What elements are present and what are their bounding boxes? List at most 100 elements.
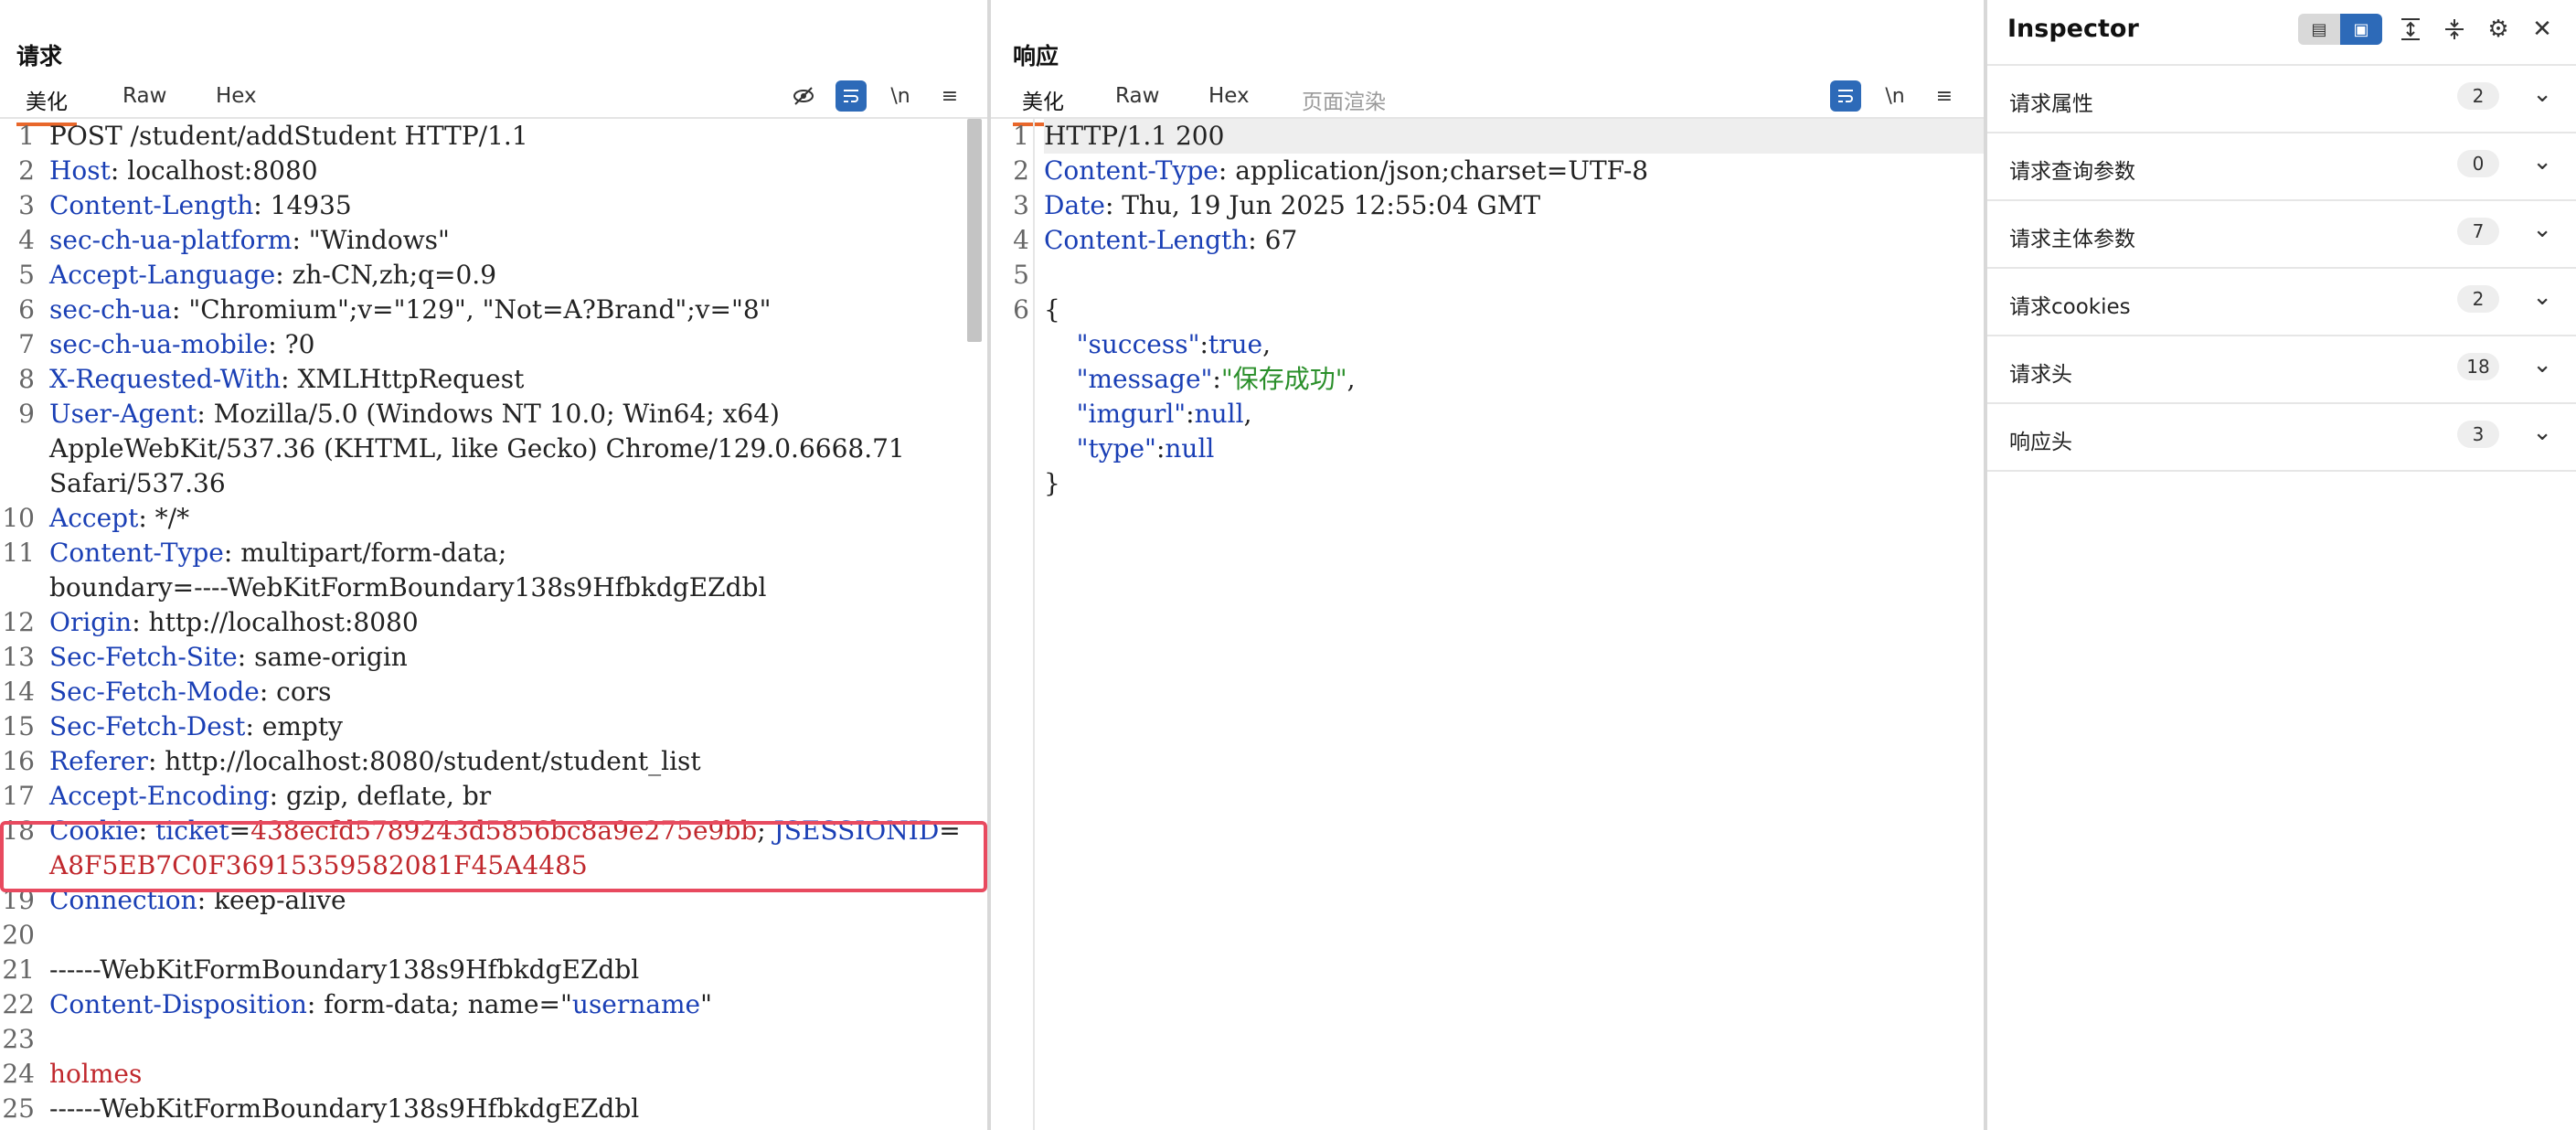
code-line: ------WebKitFormBoundary138s9HfbkdgEZdbl — [49, 1092, 969, 1126]
code-text: : Mozilla/5.0 (Windows NT 10.0; Win64; x… — [197, 399, 780, 429]
menu-icon[interactable]: ≡ — [1929, 80, 1960, 112]
split-view-icon[interactable]: ▣ — [2340, 14, 2382, 45]
collapse-all-icon[interactable] — [2439, 14, 2470, 45]
code-line: { — [1044, 293, 1985, 327]
chevron-down-icon[interactable]: ⌄ — [2532, 351, 2552, 378]
code-text: : application/json;charset=UTF-8 — [1218, 155, 1649, 186]
line-number: 10 — [2, 503, 35, 533]
list-view-icon[interactable]: ▤ — [2298, 14, 2340, 45]
line-number: 15 — [2, 711, 35, 741]
line-number: 3 — [18, 190, 35, 220]
chevron-down-icon[interactable]: ⌄ — [2532, 80, 2552, 108]
inspector-section-row[interactable]: 请求主体参数 7 ⌄ — [1987, 201, 2576, 269]
hide-icon[interactable] — [788, 80, 819, 112]
tab-hex[interactable]: Hex — [1199, 84, 1259, 115]
inspector-layout-toggle: ▤ ▣ — [2298, 14, 2382, 45]
code-text: : — [1212, 364, 1221, 394]
line-number: 13 — [2, 642, 35, 672]
code-key: Accept — [49, 503, 139, 533]
request-editor[interactable]: 1 2 3 4 5 6 7 8 9 10 11 12 13 14 15 16 17 18 19 20 21 22 23 24 2… — [0, 119, 987, 1130]
line-number: 20 — [2, 920, 35, 950]
newline-icon[interactable]: \n — [1879, 80, 1911, 112]
response-code[interactable]: HTTP/1.1 200 Content-Type: application/js… — [1044, 119, 1985, 1130]
newline-icon[interactable]: \n — [885, 80, 916, 112]
code-text: : zh-CN,zh;q=0.9 — [275, 260, 497, 290]
line-number: 11 — [2, 538, 35, 568]
line-number: 2 — [1013, 155, 1029, 186]
line-number — [0, 432, 38, 466]
line-number: 3 — [1013, 190, 1029, 220]
code-line: Safari/537.36 — [49, 466, 969, 501]
line-number: 12 — [2, 607, 35, 637]
code-key: Host — [49, 155, 111, 186]
code-text: AppleWebKit/537.36 (KHTML, like Gecko) C… — [49, 433, 905, 464]
line-number — [0, 466, 38, 501]
chevron-down-icon[interactable]: ⌄ — [2532, 283, 2552, 311]
tab-raw[interactable]: Raw — [1106, 84, 1168, 115]
line-number: 5 — [18, 260, 35, 290]
tab-raw[interactable]: Raw — [113, 84, 176, 115]
code-line: HTTP/1.1 200 — [1044, 119, 1985, 154]
close-icon[interactable]: ✕ — [2527, 14, 2558, 45]
line-number: 7 — [18, 329, 35, 359]
chevron-down-icon[interactable]: ⌄ — [2532, 419, 2552, 446]
section-label: 请求属性 — [2009, 92, 2093, 116]
code-line: Content-Length: 14935 — [49, 188, 969, 223]
tab-hex[interactable]: Hex — [207, 84, 266, 115]
line-number: 25 — [2, 1093, 35, 1124]
section-label: 响应头 — [2009, 431, 2072, 454]
response-editor[interactable]: 123456 HTTP/1.1 200 Content-Type: applica… — [991, 119, 1985, 1130]
code-text: } — [1044, 468, 1060, 498]
wrap-icon[interactable] — [836, 80, 867, 112]
line-number: 16 — [2, 746, 35, 776]
code-line: "message":"保存成功", — [1044, 362, 1985, 397]
line-number: 23 — [2, 1024, 35, 1054]
code-text: : empty — [245, 711, 343, 741]
chevron-down-icon[interactable]: ⌄ — [2532, 216, 2552, 243]
code-text: : gzip, deflate, br — [269, 781, 492, 811]
inspector-section-row[interactable]: 响应头 3 ⌄ — [1987, 404, 2576, 472]
line-number: 8 — [18, 364, 35, 394]
code-line: Content-Type: application/json;charset=U… — [1044, 154, 1985, 188]
code-text: : localhost:8080 — [110, 155, 318, 186]
inspector-section-row[interactable]: 请求属性 2 ⌄ — [1987, 66, 2576, 133]
settings-gear-icon[interactable]: ⚙ — [2483, 14, 2514, 45]
menu-icon[interactable]: ≡ — [934, 80, 965, 112]
code-line: X-Requested-With: XMLHttpRequest — [49, 362, 969, 397]
code-line: Content-Length: 67 — [1044, 223, 1985, 258]
code-line: Sec-Fetch-Dest: empty — [49, 709, 969, 744]
code-key: "message" — [1076, 364, 1213, 394]
expand-all-icon[interactable] — [2395, 14, 2426, 45]
code-line: "type":null — [1044, 432, 1985, 466]
code-key: Content-Disposition — [49, 989, 307, 1019]
code-key: "success" — [1076, 329, 1200, 359]
code-text: Safari/537.36 — [49, 468, 226, 498]
code-text: : http://localhost:8080 — [132, 607, 419, 637]
line-number: 9 — [18, 399, 35, 429]
code-text: : — [1155, 433, 1166, 464]
code-key: Referer — [49, 746, 148, 776]
code-line: AppleWebKit/537.36 (KHTML, like Gecko) C… — [49, 432, 969, 466]
code-line: Origin: http://localhost:8080 — [49, 605, 969, 640]
code-line: "success":true, — [1044, 327, 1985, 362]
code-text: : form-data; name=" — [306, 989, 572, 1019]
code-key: User-Agent — [49, 399, 197, 429]
code-line: sec-ch-ua-mobile: ?0 — [49, 327, 969, 362]
chevron-down-icon[interactable]: ⌄ — [2532, 148, 2552, 176]
inspector-section-row[interactable]: 请求cookies 2 ⌄ — [1987, 269, 2576, 336]
code-line: } — [1044, 466, 1985, 501]
inspector-section-row[interactable]: 请求头 18 ⌄ — [1987, 336, 2576, 404]
inspector-sections: 请求属性 2 ⌄ 请求查询参数 0 ⌄ 请求主体参数 7 ⌄ 请求cookies 2 ⌄ 请求头 18 ⌄ 响… — [1987, 64, 2576, 472]
code-text: : same-origin — [237, 642, 408, 672]
line-number — [991, 327, 1033, 362]
wrap-icon[interactable] — [1830, 80, 1861, 112]
request-code[interactable]: POST /student/addStudent HTTP/1.1 Host: l… — [49, 119, 969, 1130]
request-scrollbar[interactable] — [967, 119, 982, 342]
code-text: boundary=----WebKitFormBoundary138s9Hfbk… — [49, 572, 767, 602]
code-line: "imgurl":null, — [1044, 397, 1985, 432]
section-label: 请求cookies — [2009, 295, 2131, 319]
tab-render[interactable]: 页面渲染 — [1293, 84, 1395, 123]
inspector-section-row[interactable]: 请求查询参数 0 ⌄ — [1987, 133, 2576, 201]
line-number: 4 — [18, 225, 35, 255]
count-badge: 0 — [2457, 150, 2499, 177]
